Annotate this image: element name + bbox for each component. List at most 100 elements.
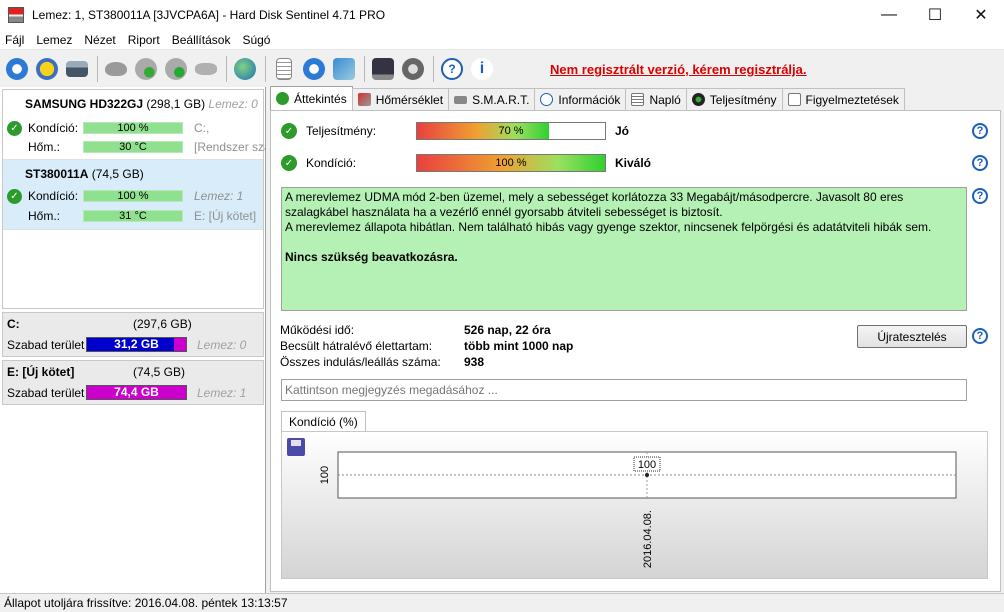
disk-button[interactable] (63, 55, 91, 83)
tab-bar: Áttekintés Hőmérséklet S.M.A.R.T. Inform… (270, 86, 905, 111)
disk-temp-row: Hőm.: 30 °C (7, 138, 183, 156)
tab-label: Információk (558, 92, 621, 107)
help-icon[interactable]: ? (972, 328, 988, 344)
help-icon: ? (441, 58, 463, 80)
tab-alerts[interactable]: Figyelmeztetések (781, 88, 905, 110)
check-icon: ✓ (281, 155, 297, 171)
condition-chart: 100 100 2016.04.08. (319, 451, 957, 568)
disk-drive-label: [Rendszer szá (194, 140, 266, 154)
tab-smart[interactable]: S.M.A.R.T. (448, 88, 536, 110)
sync-button[interactable] (300, 55, 328, 83)
description-line: A merevlemez UDMA mód 2-ben üzemel, mely… (285, 190, 904, 204)
volume-entry-e[interactable]: E: [Új kötet] (74,5 GB) Szabad terület 7… (2, 360, 264, 405)
refresh-icon (6, 58, 28, 80)
menu-report[interactable]: Riport (122, 33, 166, 47)
check-icon (276, 92, 289, 105)
menu-settings[interactable]: Beállítások (166, 33, 237, 47)
condition-word: Kiváló (615, 156, 652, 170)
disk-entry-st380011a[interactable]: ST380011A (74,5 GB) ✓ Kondíció: 100 % Le… (3, 160, 263, 230)
alert-button[interactable] (33, 55, 61, 83)
sync-icon (303, 58, 325, 80)
condition-label: Kondíció: (28, 121, 79, 135)
tab-label: Figyelmeztetések (805, 92, 899, 107)
tab-overview[interactable]: Áttekintés (270, 86, 353, 110)
volume-name: C: (7, 317, 20, 331)
volume-entry-c[interactable]: C: (297,6 GB) Szabad terület 31,2 GB Lem… (2, 312, 264, 357)
minimize-button[interactable]: — (866, 0, 912, 30)
tab-performance[interactable]: Teljesítmény (685, 88, 783, 110)
monitor-icon (372, 58, 394, 80)
menu-file[interactable]: Fájl (0, 33, 30, 47)
disk-number: Lemez: 0 (208, 97, 258, 111)
disk-size: (298,1 GB) (146, 97, 206, 111)
menu-help[interactable]: Súgó (236, 33, 276, 47)
note-input[interactable] (281, 379, 967, 401)
chart-tab-condition[interactable]: Kondíció (%) (281, 411, 366, 432)
performance-bar: 70 % (416, 122, 606, 140)
toolbar-separator (265, 56, 266, 82)
temp-label: Hőm.: (28, 209, 61, 223)
disk-icon (66, 61, 88, 77)
disk-size: (74,5 GB) (91, 167, 144, 181)
report-button[interactable] (270, 55, 298, 83)
temp-bar: 31 °C (83, 210, 183, 222)
condition-bar: 100 % (416, 154, 606, 172)
web-button[interactable] (231, 55, 259, 83)
stat-row: Becsült hátralévő élettartam: több mint 1… (280, 339, 700, 355)
help-icon[interactable]: ? (972, 123, 988, 139)
menu-view[interactable]: Nézet (78, 33, 121, 47)
stat-value: több mint 1000 nap (464, 339, 574, 353)
description-line: szalagkábel használata ha a vezérlő enné… (285, 205, 723, 219)
monitor-button[interactable] (369, 55, 397, 83)
network-button[interactable] (330, 55, 358, 83)
free-space-bar: 31,2 GB (86, 337, 187, 352)
cloud-button[interactable] (102, 55, 130, 83)
speaker-icon (402, 58, 424, 80)
tab-log[interactable]: Napló (625, 88, 687, 110)
info-icon: i (471, 58, 493, 80)
close-button[interactable]: ✕ (958, 0, 1004, 30)
help-icon[interactable]: ? (972, 188, 988, 204)
globe-icon (234, 58, 256, 80)
cloud-sync-button[interactable] (162, 55, 190, 83)
refresh-button[interactable] (3, 55, 31, 83)
tab-label: Hőmérséklet (375, 92, 444, 107)
condition-bar-fill: 100 % (417, 155, 605, 171)
tools-button[interactable] (192, 55, 220, 83)
thermometer-icon (357, 93, 371, 106)
volume-disk: Lemez: 1 (197, 386, 247, 400)
tab-information[interactable]: Információk (534, 88, 627, 110)
disk-condition-row: ✓ Kondíció: 100 % (7, 119, 183, 137)
retest-button[interactable]: Újratesztelés (857, 325, 967, 348)
description-conclusion: Nincs szükség beavatkozásra. (285, 250, 458, 264)
performance-bar-fill: 70 % (417, 123, 549, 139)
menu-disk[interactable]: Lemez (30, 33, 78, 47)
info-button[interactable]: i (468, 55, 496, 83)
data-label: 100 (638, 459, 656, 471)
tab-label: Napló (649, 92, 681, 107)
warning-icon (36, 58, 58, 80)
stat-label: Működési idő: (280, 323, 355, 337)
title-bar: Lemez: 1, ST380011A [3JVCPA6A] - Hard Di… (0, 0, 1004, 30)
cloud-ok-button[interactable] (132, 55, 160, 83)
disk-condition-row: ✓ Kondíció: 100 % (7, 187, 183, 205)
condition-label: Kondíció: (28, 189, 79, 203)
disk-entry-samsung[interactable]: SAMSUNG HD322GJ (298,1 GB) Lemez: 0 ✓ Ko… (3, 90, 266, 160)
disk-title: SAMSUNG HD322GJ (298,1 GB) Lemez: 0 (25, 97, 258, 111)
register-link[interactable]: Nem regisztrált verzió, kérem regisztrál… (550, 62, 807, 77)
condition-value: 100 % (495, 157, 527, 169)
toolbar-separator (226, 56, 227, 82)
volume-disk: Lemez: 0 (197, 338, 247, 352)
tab-temperature[interactable]: Hőmérséklet (351, 88, 450, 110)
info-icon (540, 93, 554, 106)
sound-button[interactable] (399, 55, 427, 83)
disk-temp-row: Hőm.: 31 °C (7, 207, 183, 225)
condition-bar: 100 % (83, 122, 183, 134)
toolbar: ? i Nem regisztrált verzió, kérem regisz… (0, 51, 1004, 87)
help-button[interactable]: ? (438, 55, 466, 83)
maximize-button[interactable]: ☐ (912, 0, 958, 30)
menu-bar: Fájl Lemez Nézet Riport Beállítások Súgó (0, 30, 1004, 50)
window-title: Lemez: 1, ST380011A [3JVCPA6A] - Hard Di… (32, 8, 386, 22)
help-icon[interactable]: ? (972, 155, 988, 171)
condition-bar: 100 % (83, 190, 183, 202)
